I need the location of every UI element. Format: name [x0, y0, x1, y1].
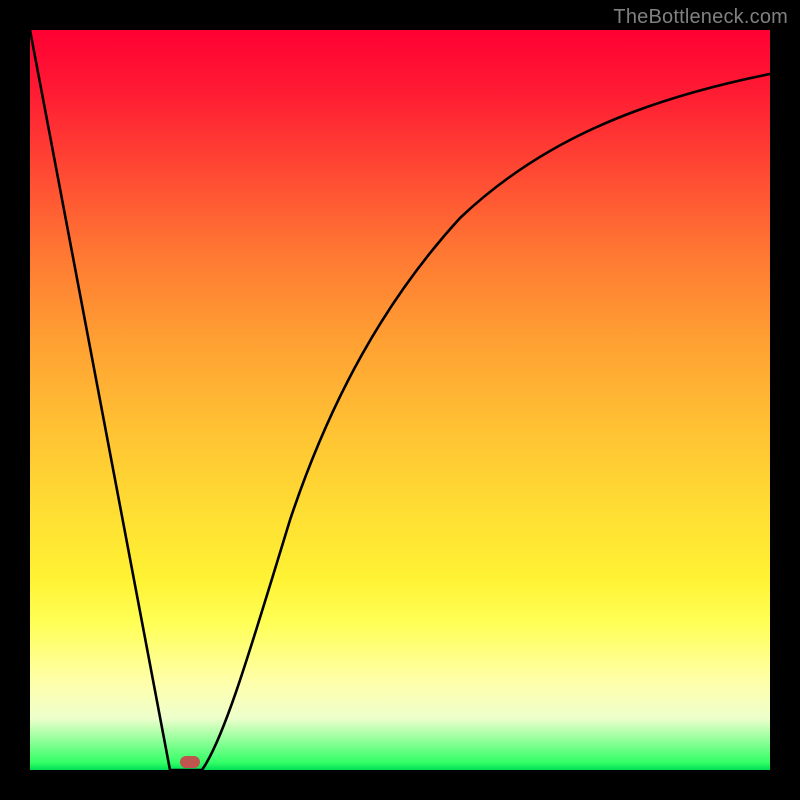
- bottleneck-curve: [30, 30, 770, 770]
- min-marker: [180, 756, 200, 768]
- chart-frame: TheBottleneck.com: [0, 0, 800, 800]
- curve-path: [30, 30, 770, 770]
- attribution-label: TheBottleneck.com: [613, 6, 788, 29]
- plot-area: [30, 30, 770, 770]
